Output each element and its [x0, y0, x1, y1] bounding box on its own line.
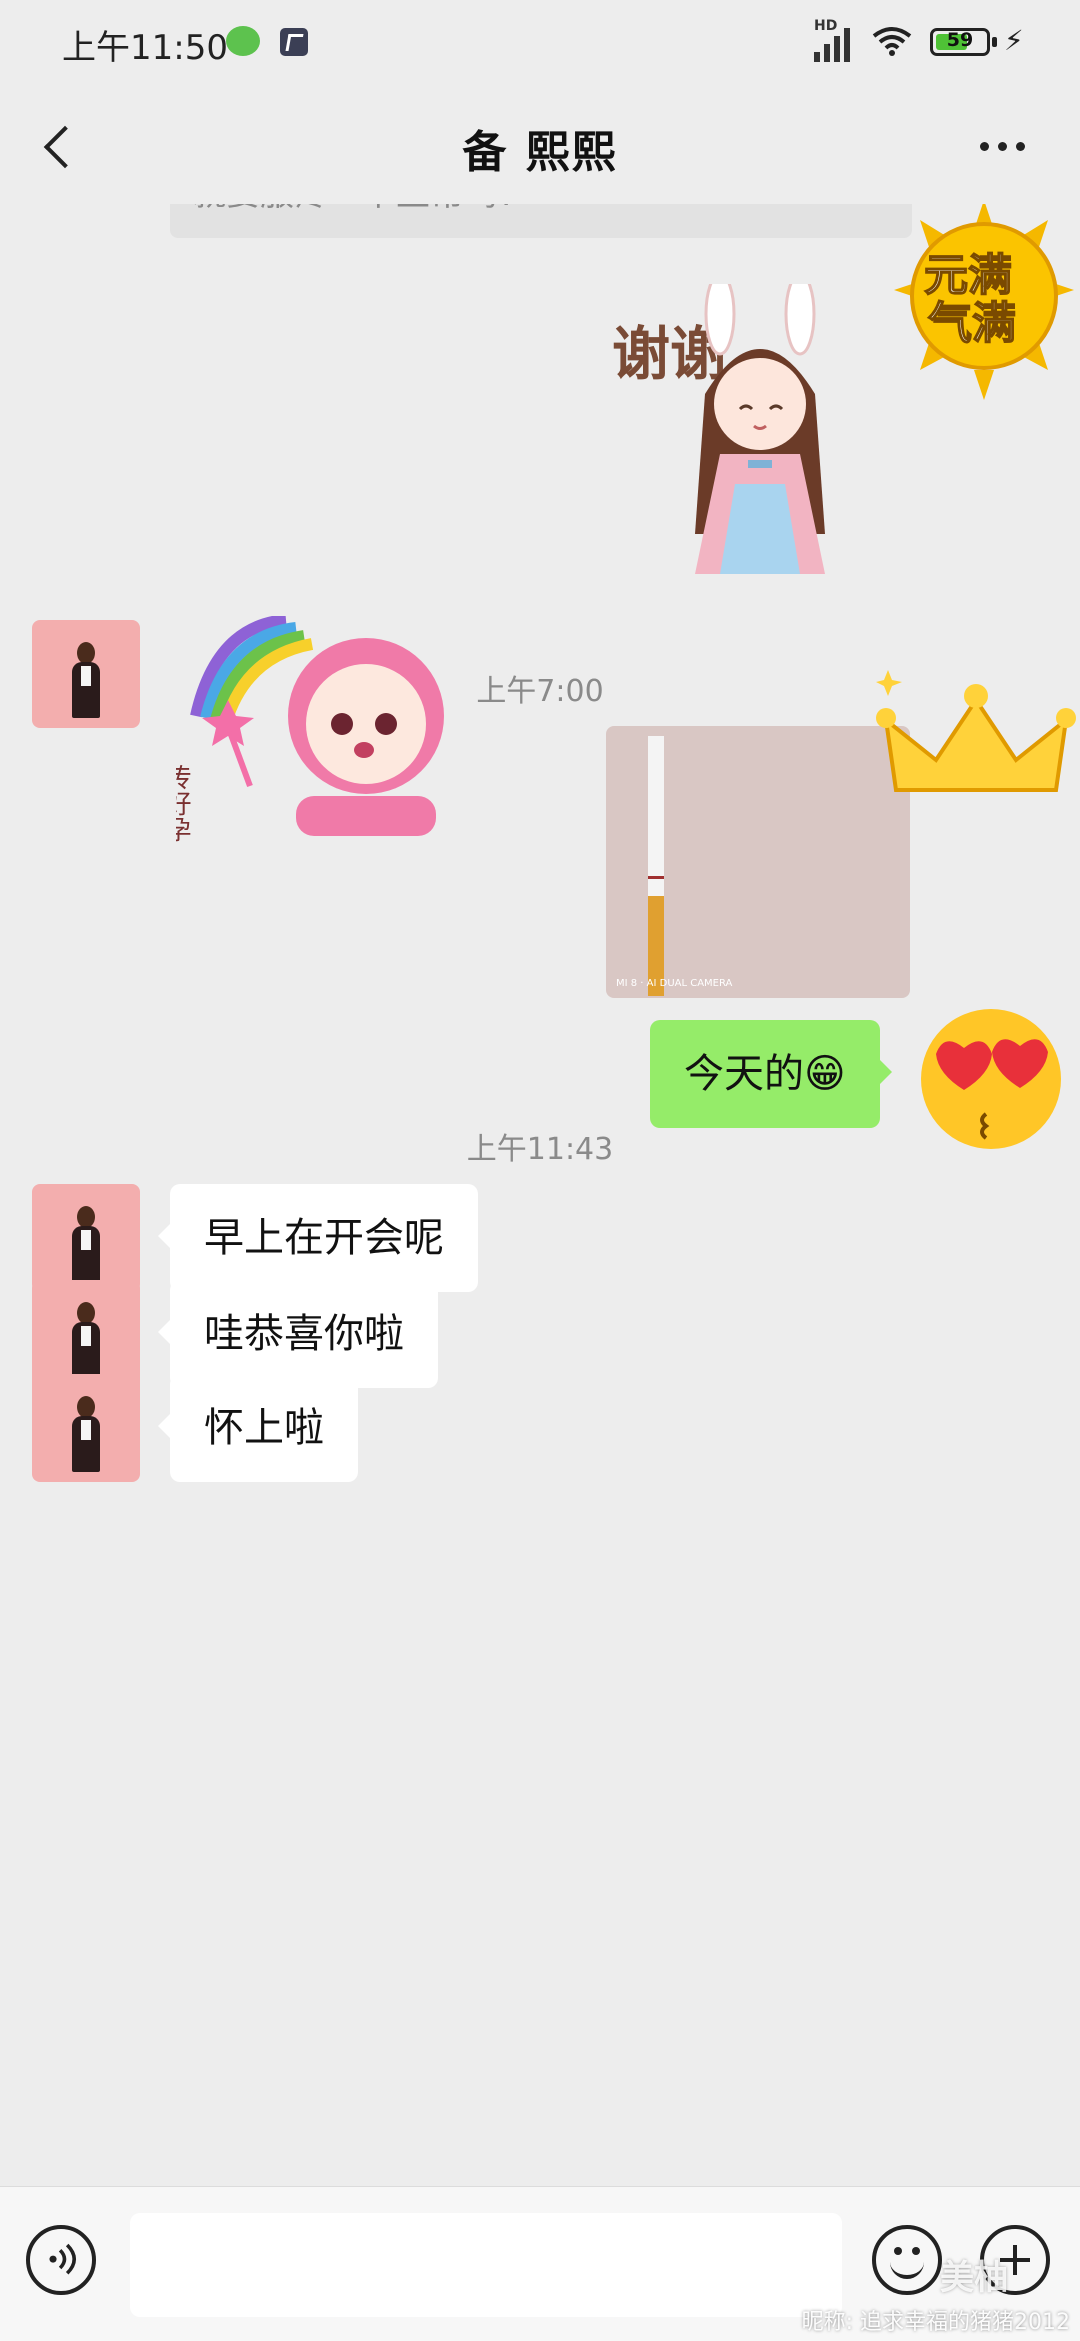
battery-tip [992, 37, 997, 47]
contact-avatar[interactable] [32, 1184, 140, 1292]
battery-level: 59 [946, 29, 974, 51]
message-input[interactable] [130, 2213, 842, 2317]
status-bar: 上午11:50 HD 59 ⚡ [0, 0, 1080, 88]
timestamp-2: 上午11:43 [466, 1132, 614, 1167]
more-options-button[interactable] [964, 110, 1044, 180]
photo-message[interactable]: MI 8 · AI DUAL CAMERA [606, 726, 910, 998]
status-time: 上午11:50 [62, 28, 228, 68]
wifi-icon [872, 27, 912, 56]
baby-caption: 传好孕 [176, 764, 191, 842]
badge-text-top: 元满 [924, 250, 1012, 301]
voice-input-button[interactable] [26, 2225, 96, 2295]
chat-header: 备 熙熙 [0, 88, 1080, 204]
chat-title: 备 熙熙 [462, 127, 618, 178]
battery-icon: 59 [930, 28, 990, 56]
test-line [648, 876, 664, 879]
outgoing-message-bubble[interactable]: 今天的😁 [650, 1020, 892, 1128]
wechat-notification-icon [226, 26, 260, 56]
charging-icon: ⚡ [1004, 24, 1024, 57]
chat-message-list[interactable]: 就要服疼一下正常吗? 谢谢 元满 气满 [0, 204, 1080, 2186]
thanks-sticker[interactable]: 谢谢 [600, 284, 870, 594]
incoming-message-bubble[interactable]: 哇恭喜你啦 [158, 1280, 438, 1388]
emoji-button[interactable] [872, 2225, 942, 2295]
incoming-message-bubble[interactable]: 怀上啦 [158, 1374, 358, 1482]
incoming-message-text: 哇恭喜你啦 [204, 1311, 404, 1357]
contact-avatar[interactable] [32, 1374, 140, 1482]
incoming-message-text: 怀上啦 [204, 1405, 324, 1451]
photo-watermark: MI 8 · AI DUAL CAMERA [616, 978, 733, 989]
watermark-nickname: 昵称: 追求幸福的猪猪2012 [801, 2310, 1070, 2335]
partial-message-text: 就要服疼一下正常吗? [192, 204, 516, 215]
app-notification-icon [280, 28, 308, 56]
sun-badge-sticker: 元满 气满 [894, 204, 1074, 400]
watermark-logo: 美柚 [940, 2258, 1008, 2298]
crown-sticker [876, 670, 1076, 792]
contact-avatar[interactable] [32, 1280, 140, 1388]
signal-icon [814, 22, 858, 62]
partial-message-bubble[interactable]: 就要服疼一下正常吗? [170, 204, 912, 238]
incoming-message-bubble[interactable]: 早上在开会呢 [158, 1184, 478, 1292]
badge-text-bottom: 气满 [928, 298, 1016, 349]
baby-sticker[interactable]: 传好孕 [176, 616, 496, 846]
outgoing-message-text: 今天的😁 [684, 1051, 846, 1097]
incoming-message-text: 早上在开会呢 [204, 1215, 444, 1261]
